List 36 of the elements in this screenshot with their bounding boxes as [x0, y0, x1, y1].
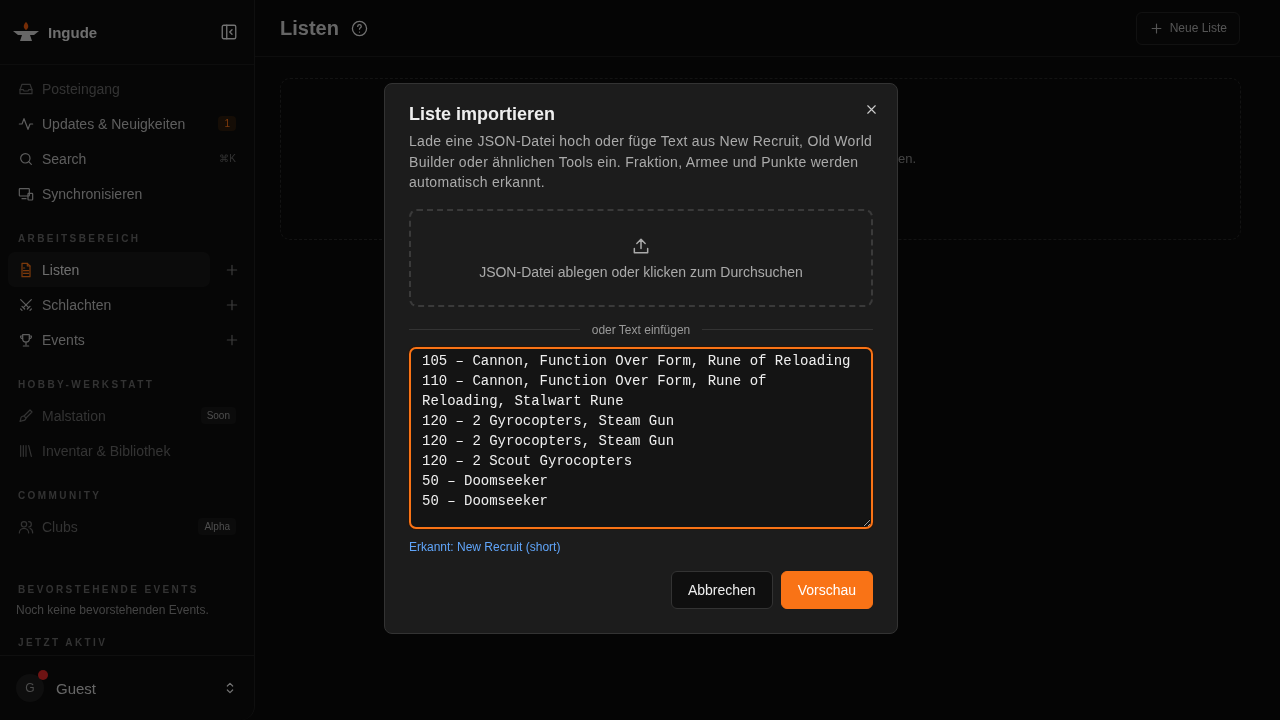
detection-hint: Erkannt: New Recruit (short)	[409, 539, 562, 554]
preview-button[interactable]: Vorschau	[780, 570, 873, 609]
swords-icon	[18, 296, 34, 313]
divider-label: oder Text einfügen	[591, 322, 691, 337]
count-badge: 1	[218, 116, 236, 131]
cancel-button[interactable]: Abbrechen	[670, 570, 773, 609]
new-list-button[interactable]: Neue Liste	[1135, 11, 1240, 45]
sidebar-item[interactable]: Updates & Neuigkeiten 1	[8, 106, 246, 141]
dialog-title: Liste importieren	[409, 104, 556, 125]
empty-note: Noch keine bevorstehenden Events.	[15, 603, 210, 617]
sidebar-item[interactable]: Events	[8, 322, 210, 357]
sidebar-item[interactable]: Listen	[8, 252, 210, 287]
activity-icon	[18, 115, 34, 132]
help-icon	[350, 19, 368, 37]
anvil-logo-icon	[12, 21, 40, 43]
brush-icon	[18, 407, 34, 424]
trophy-icon	[18, 331, 34, 348]
status-tag: Soon	[200, 407, 236, 424]
close-icon	[864, 102, 879, 117]
sidebar-item[interactable]: Synchronisieren	[8, 176, 246, 211]
users-icon	[18, 518, 34, 535]
dialog-description: Lade eine JSON-Datei hoch oder füge Text aus New Recruit, Old World Builder oder ähnlichen Tools ein. Fraktion, Armee und Punkte werden automatisch erkannt.	[409, 132, 873, 192]
document-icon	[18, 261, 34, 278]
status-tag: Alpha	[198, 518, 236, 535]
search-icon	[18, 150, 34, 167]
devices-icon	[18, 185, 34, 202]
empty-state-text: en.	[897, 150, 916, 166]
plus-icon	[1148, 20, 1164, 36]
sidebar-item[interactable]: Schlachten	[8, 287, 210, 322]
page-title: Listen	[280, 16, 339, 40]
text-input-field[interactable]: 105 – Cannon, Function Over Form, Rune of Reloading 110 – Cannon, Function Over Form, Rune of Reloading, Stalwart Rune 120 – 2 Gyrocopters, Steam Gun 120 – 2 Gyrocopters, Steam Gun 120 – 2 Scout Gyrocopters 50 – Doomseeker 50 – Doomseeker	[409, 346, 873, 529]
file-dropzone[interactable]: JSON-Datei ablegen oder klicken zum Durchsuchen	[409, 208, 873, 307]
app-name: Ingude	[48, 23, 99, 41]
library-icon	[18, 442, 34, 459]
sidebar-toggle-icon	[220, 23, 238, 41]
user-name: Guest	[56, 679, 98, 697]
